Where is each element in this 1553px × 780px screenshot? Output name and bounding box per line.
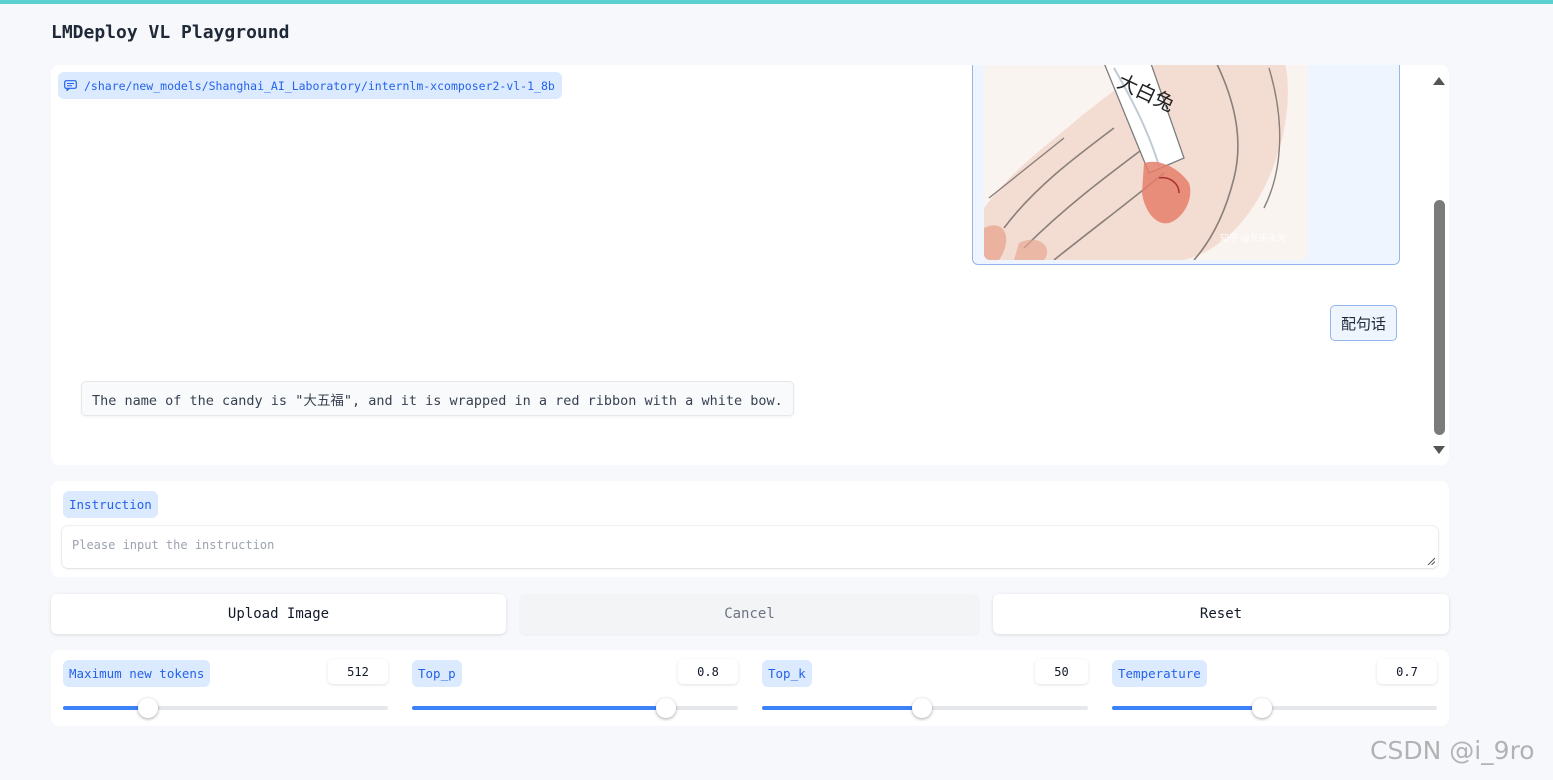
image-watermark: 知乎 @长乐未央 xyxy=(1220,232,1286,244)
resize-handle-icon[interactable] xyxy=(1427,557,1435,565)
chatbot-label: /share/new_models/Shanghai_AI_Laboratory… xyxy=(58,72,562,99)
uploaded-candy-image: 大白兔 知乎 @长乐未央 xyxy=(984,65,1308,260)
slider-label: Temperature xyxy=(1112,660,1207,687)
slider-fill xyxy=(412,706,667,710)
slider-track[interactable] xyxy=(63,698,388,718)
app-title: LMDeploy VL Playground xyxy=(51,22,290,43)
slider-fill xyxy=(1112,706,1262,710)
chat-icon xyxy=(64,80,77,91)
slider-label: Top_k xyxy=(762,660,812,687)
slider-top-k: Top_k 50 xyxy=(762,659,1088,720)
instruction-label: Instruction xyxy=(63,491,158,518)
slider-label: Maximum new tokens xyxy=(63,660,211,687)
reset-button[interactable]: Reset xyxy=(993,594,1449,634)
generation-settings-panel: Maximum new tokens 512 Top_p 0.8 Top_k 5… xyxy=(51,650,1449,726)
scroll-thumb[interactable] xyxy=(1434,200,1445,435)
cancel-button[interactable]: Cancel xyxy=(520,594,979,634)
instruction-input[interactable] xyxy=(62,526,1438,568)
slider-max-new-tokens: Maximum new tokens 512 xyxy=(63,659,388,720)
top-accent-bar xyxy=(0,0,1553,4)
slider-fill xyxy=(63,706,148,710)
slider-thumb[interactable] xyxy=(911,698,932,718)
slider-value-input[interactable]: 0.7 xyxy=(1377,659,1437,684)
slider-value-input[interactable]: 50 xyxy=(1035,659,1088,684)
scroll-down-arrow-icon[interactable] xyxy=(1433,446,1445,454)
slider-value-input[interactable]: 0.8 xyxy=(678,659,738,684)
user-text-message[interactable]: 配句话 xyxy=(1330,305,1398,341)
chat-scrollbar[interactable] xyxy=(1431,73,1447,458)
scroll-up-arrow-icon[interactable] xyxy=(1433,77,1445,85)
slider-top-p: Top_p 0.8 xyxy=(412,659,738,720)
slider-label: Top_p xyxy=(412,660,462,687)
bot-message[interactable]: The name of the candy is "大五福", and it i… xyxy=(81,381,794,416)
slider-thumb[interactable] xyxy=(1251,698,1272,718)
slider-value-input[interactable]: 512 xyxy=(328,659,388,684)
model-path: /share/new_models/Shanghai_AI_Laboratory… xyxy=(84,78,555,93)
slider-fill xyxy=(762,706,922,710)
chatbot-panel: /share/new_models/Shanghai_AI_Laboratory… xyxy=(51,65,1449,465)
slider-track[interactable] xyxy=(762,698,1088,718)
slider-thumb[interactable] xyxy=(656,698,677,718)
slider-track[interactable] xyxy=(412,698,738,718)
slider-track[interactable] xyxy=(1112,698,1437,718)
user-image-message[interactable]: 大白兔 知乎 @长乐未央 xyxy=(972,65,1400,265)
upload-image-button[interactable]: Upload Image xyxy=(51,594,506,634)
csdn-watermark: CSDN @i_9ro xyxy=(1370,736,1535,765)
slider-temperature: Temperature 0.7 xyxy=(1112,659,1437,720)
slider-thumb[interactable] xyxy=(137,698,158,718)
instruction-panel: Instruction xyxy=(51,481,1449,577)
